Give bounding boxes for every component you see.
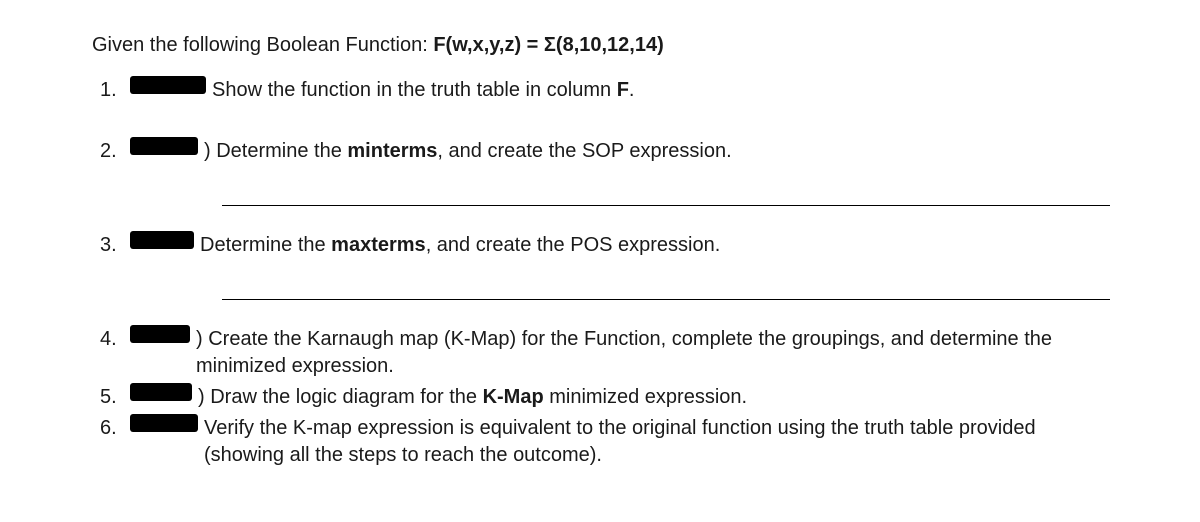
item-text: Verify the K-map expression is equivalen… (204, 415, 1120, 469)
item-number: 4. (100, 326, 124, 353)
answer-line (222, 299, 1110, 300)
question-list-cont: 3. Determine the maxterms, and create th… (92, 232, 1120, 259)
answer-line (222, 205, 1110, 206)
list-item: 1. Show the function in the truth table … (100, 77, 1120, 104)
list-item: 4. ) Create the Karnaugh map (K-Map) for… (100, 326, 1120, 380)
question-list: 1. Show the function in the truth table … (92, 77, 1120, 165)
redaction-mark (130, 325, 190, 343)
list-item: 6. Verify the K-map expression is equiva… (100, 415, 1120, 469)
item-text: Show the function in the truth table in … (212, 77, 1120, 104)
intro-formula: F(w,x,y,z) = Σ(8,10,12,14) (433, 34, 663, 56)
item-number: 5. (100, 384, 124, 411)
item-number: 2. (100, 138, 124, 165)
intro-prefix: Given the following Boolean Function: (92, 34, 433, 56)
list-item: 3. Determine the maxterms, and create th… (100, 232, 1120, 259)
item-text: ) Determine the minterms, and create the… (204, 138, 1120, 165)
item-number: 3. (100, 232, 124, 259)
list-item: 2. ) Determine the minterms, and create … (100, 138, 1120, 165)
item-number: 6. (100, 415, 124, 442)
redaction-mark (130, 76, 206, 94)
redaction-mark (130, 383, 192, 401)
item-text: ) Draw the logic diagram for the K-Map m… (198, 384, 1120, 411)
item-text: ) Create the Karnaugh map (K-Map) for th… (196, 326, 1120, 380)
item-text: Determine the maxterms, and create the P… (200, 232, 1120, 259)
redaction-mark (130, 137, 198, 155)
question-list-cont2: 4. ) Create the Karnaugh map (K-Map) for… (92, 326, 1120, 469)
item-number: 1. (100, 77, 124, 104)
redaction-mark (130, 231, 194, 249)
list-item: 5. ) Draw the logic diagram for the K-Ma… (100, 384, 1120, 411)
redaction-mark (130, 414, 198, 432)
problem-intro: Given the following Boolean Function: F(… (92, 32, 1120, 59)
